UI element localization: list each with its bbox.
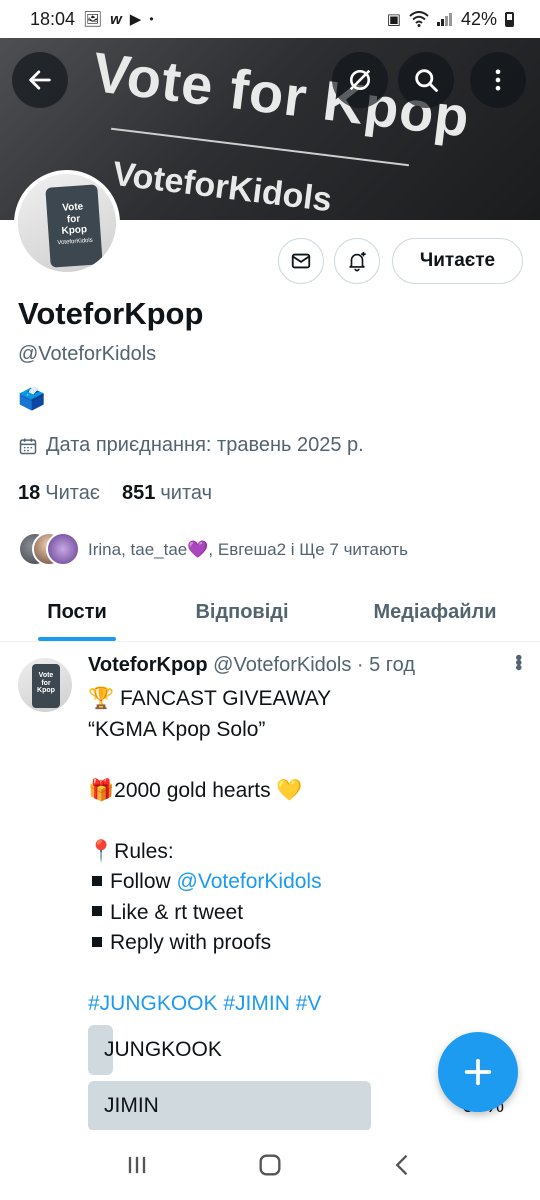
grok-icon [349,69,371,91]
tweet-line: 🎁2000 gold hearts 💛 [88,778,303,802]
bullet-square-icon [92,906,102,917]
tweet-line [88,806,518,837]
tab-replies[interactable]: Відповіді [154,584,330,641]
recent-apps-button[interactable] [117,1145,157,1185]
follower-avatar [46,532,80,566]
more-options-button[interactable] [470,52,526,108]
followers-link[interactable]: 851 читач [122,482,212,505]
wifi-icon [409,11,429,27]
battery-percent: 42% [460,8,497,29]
tweet-line: “KGMA Kpop Solo” [88,717,266,741]
active-tab-indicator [38,637,116,641]
more-vertical-icon [495,69,501,91]
signal-icon [436,13,452,26]
back-nav-button[interactable] [383,1145,423,1185]
recent-apps-icon [128,1156,145,1174]
youtube-notification-icon: ▶ [129,11,142,28]
tab-media[interactable]: Медіафайли [330,584,540,641]
banner-subtitle: VoteforKidols [110,154,334,220]
home-button[interactable] [250,1145,290,1185]
tweet-timestamp[interactable]: 5 год [369,654,415,676]
tweet-line [88,745,518,776]
bell-plus-icon [349,251,366,272]
home-icon [259,1154,281,1176]
join-date-text: Дата приєднання: травень 2025 р. [46,434,364,456]
profile-avatar[interactable]: Vote for Kpop VoteforKidols [14,170,120,276]
nfc-icon: ▣ [386,11,401,28]
tweet-line: 📍Rules: [88,839,174,863]
profile-tabs: Пости Відповіді Медіафайли [0,584,540,642]
tweet-author-handle[interactable]: @VoteforKidols [213,654,351,676]
profile-handle: @VoteforKidols [18,343,157,365]
grok-button[interactable] [332,52,388,108]
calendar-icon [19,438,37,454]
tweet-line: Like & rt tweet [88,898,518,929]
profile-bio: 🗳️ [18,386,46,411]
search-icon [415,69,438,92]
tweet-more-button[interactable]: ••• [506,654,529,669]
profile-display-name: VoteforKpop [18,296,204,331]
system-navigation-bar [0,1130,540,1200]
compose-post-button[interactable] [438,1032,518,1112]
followed-by-row[interactable]: Irina, tae_tae💜, Евгеша2 і Ще 7 читають [18,532,408,568]
tweet-header: VoteforKpop @VoteforKidols · 5 год [88,654,415,677]
hashtags-link[interactable]: #JUNGKOOK #JIMIN #V [88,989,518,1020]
poll-option-label: JUNGKOOK [104,1038,222,1061]
gallery-notification-icon: 🖼 [83,11,103,28]
following-link[interactable]: 18 Читає [18,482,100,505]
tweet-line [88,959,518,990]
search-button[interactable] [398,52,454,108]
chevron-left-icon [395,1154,408,1176]
status-bar-left: 18:04 🖼 w ▶ • [30,9,154,30]
bullet-square-icon [92,875,102,886]
plus-icon [464,1058,492,1086]
more-notifications-icon: • [149,12,154,26]
back-button[interactable] [12,52,68,108]
battery-icon [505,11,514,27]
tweet-author-name[interactable]: VoteforKpop [88,654,208,676]
avatar-phone-image: Vote for Kpop [32,664,60,708]
tweet-text: 🏆 FANCAST GIVEAWAY “KGMA Kpop Solo” 🎁200… [88,684,518,1020]
app-notification-icon: w [110,10,122,28]
tweet-meta-separator: · [351,654,370,676]
message-button[interactable] [278,238,324,284]
envelope-icon [291,253,311,269]
arrow-left-icon [29,70,51,90]
bullet-square-icon [92,936,102,947]
tweet-line: 🏆 FANCAST GIVEAWAY [88,687,332,710]
tweet-line: Reply with proofs [88,928,518,959]
follow-stats: 18 Читає 851 читач [18,482,212,505]
join-date: Дата приєднання: травень 2025 р. [18,434,364,457]
tweet-author-avatar[interactable]: Vote for Kpop [18,658,72,712]
following-button[interactable]: Читаєте [392,238,523,284]
tweet-line: Follow @VoteforKidols [88,867,518,898]
status-bar-right: ▣ 42% [387,9,514,30]
poll-option-label: JIMIN [104,1094,159,1117]
followed-by-avatars [18,532,82,568]
followed-by-text: Irina, tae_tae💜, Евгеша2 і Ще 7 читають [88,540,408,559]
more-vertical-icon: ••• [507,654,529,670]
status-bar: 18:04 🖼 w ▶ • ▣ 42% [0,0,540,38]
status-time: 18:04 [30,8,76,29]
avatar-phone-image: Vote for Kpop VoteforKidols [45,184,103,268]
tab-posts[interactable]: Пости [0,584,154,641]
notifications-button[interactable] [334,238,380,284]
mention-link[interactable]: @VoteforKidols [177,870,322,893]
